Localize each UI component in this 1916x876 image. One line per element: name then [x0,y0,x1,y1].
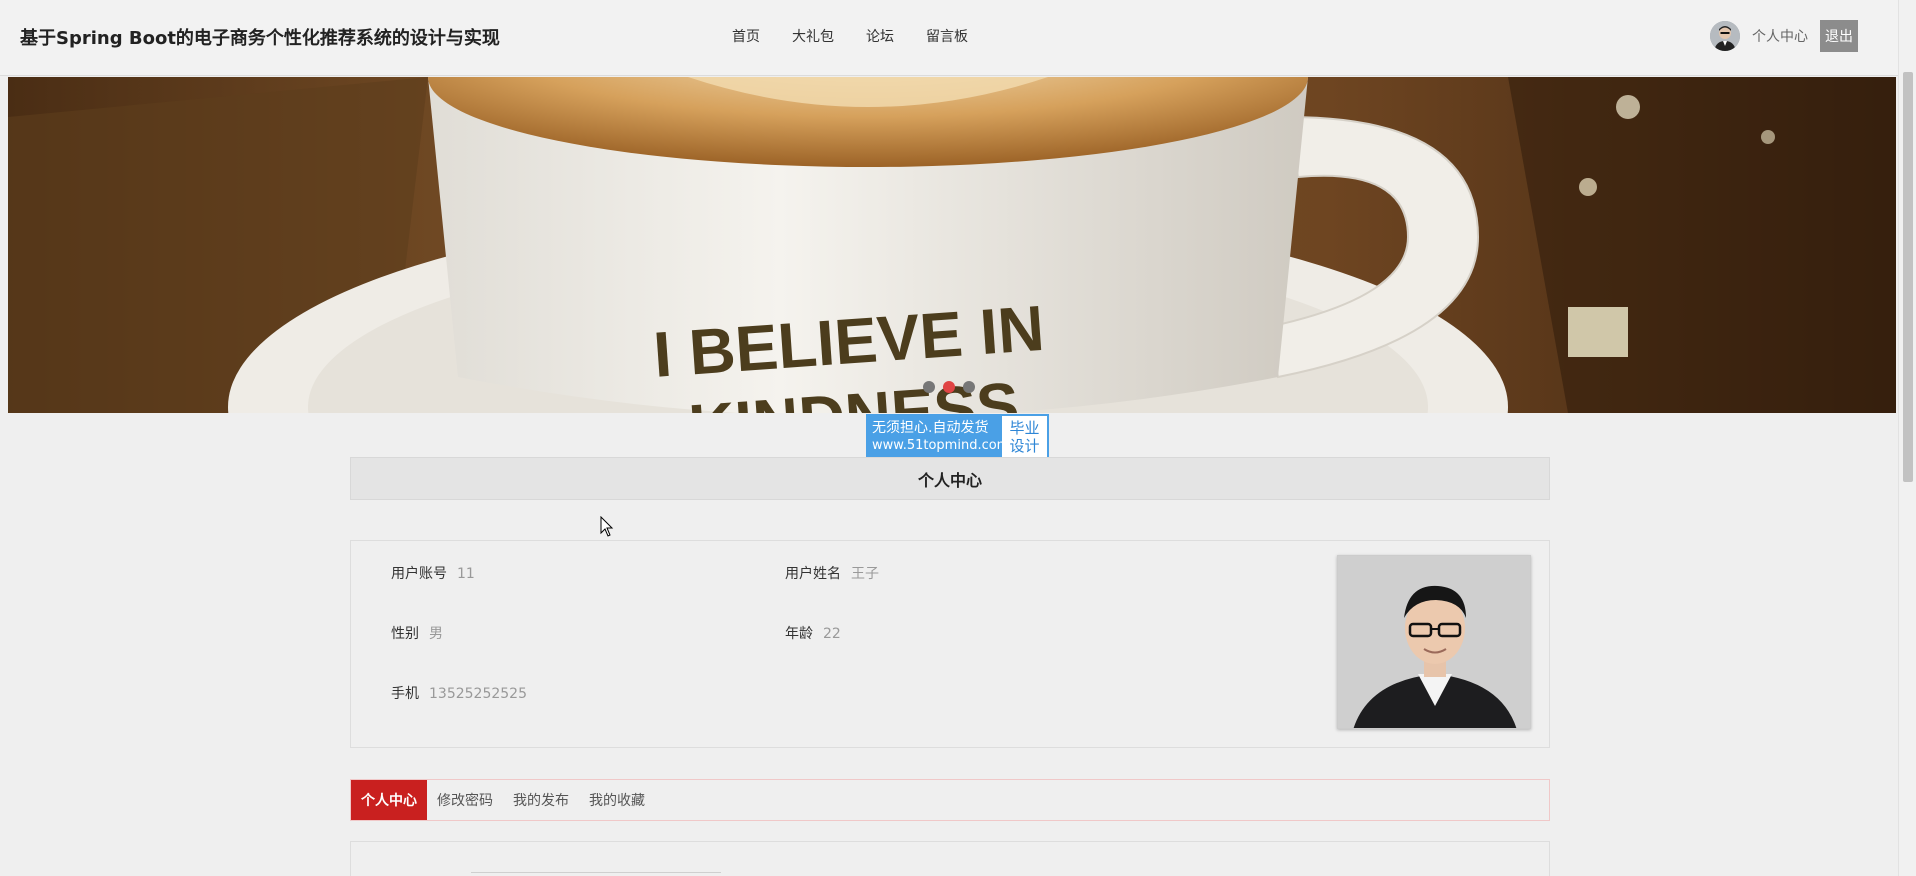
user-avatar-icon [1710,21,1740,51]
profile-portrait-image [1338,556,1530,728]
tab-change-password[interactable]: 修改密码 [427,780,503,820]
mouse-cursor-icon [600,516,614,537]
user-area: 个人中心 退出 [1710,20,1858,52]
profile-tabs: 个人中心 修改密码 我的发布 我的收藏 [350,779,1550,821]
nav-item-home[interactable]: 首页 [732,26,760,46]
tab-my-favorites[interactable]: 我的收藏 [579,780,655,820]
top-header: 基于Spring Boot的电子商务个性化推荐系统的设计与实现 首页 大礼包 论… [0,0,1898,76]
profile-form-card [350,841,1550,876]
field-age: 年龄 22 [785,623,841,643]
name-label: 用户姓名 [785,566,841,582]
gender-value: 男 [429,626,443,642]
age-label: 年龄 [785,626,813,642]
field-account: 用户账号 11 [391,563,475,583]
carousel-dots [923,381,983,393]
phone-label: 手机 [391,686,419,702]
user-center-link[interactable]: 个人中心 [1752,26,1808,46]
watermark-line1: 无须担心.自动发货 [872,420,989,436]
name-value: 王子 [851,566,879,582]
watermark-right-top: 毕业 [1009,419,1040,437]
form-field-border [471,872,721,873]
carousel-dot-1[interactable] [923,381,935,393]
nav-item-forum[interactable]: 论坛 [866,26,894,46]
watermark-right-bottom: 设计 [1009,437,1040,455]
account-label: 用户账号 [391,566,447,582]
nav-item-message-board[interactable]: 留言板 [926,26,968,46]
avatar[interactable] [1710,21,1740,51]
tab-my-posts[interactable]: 我的发布 [503,780,579,820]
nav-item-gift-pack[interactable]: 大礼包 [792,26,834,46]
carousel-dot-3[interactable] [963,381,975,393]
page-title: 个人中心 [350,457,1550,500]
carousel-dot-2[interactable] [943,381,955,393]
age-value: 22 [823,626,841,642]
account-value: 11 [457,566,475,582]
profile-info-card: 用户账号 11 用户姓名 王子 性别男 年龄 22 手机 13525252525 [350,540,1550,748]
field-gender: 性别男 [391,623,443,643]
logout-button[interactable]: 退出 [1820,20,1858,52]
main-nav: 首页 大礼包 论坛 留言板 [732,26,1000,46]
site-title: 基于Spring Boot的电子商务个性化推荐系统的设计与实现 [20,28,500,49]
scrollbar-thumb[interactable] [1903,72,1913,482]
page-scrollbar[interactable] [1898,0,1916,876]
banner-carousel[interactable]: I BELIEVE IN KINDNESS. [8,77,1896,413]
watermark-badge: 无须担心.自动发货 www.51topmind.com 毕业 设计 [866,414,1049,460]
gender-label: 性别 [391,626,419,642]
coffee-cup-banner-image: I BELIEVE IN KINDNESS. [8,77,1896,413]
field-name: 用户姓名 王子 [785,563,879,583]
field-phone: 手机 13525252525 [391,683,527,703]
phone-value: 13525252525 [429,686,527,702]
profile-photo[interactable] [1337,555,1531,729]
watermark-line2: www.51topmind.com [872,438,1010,453]
tab-personal-center[interactable]: 个人中心 [351,780,427,820]
